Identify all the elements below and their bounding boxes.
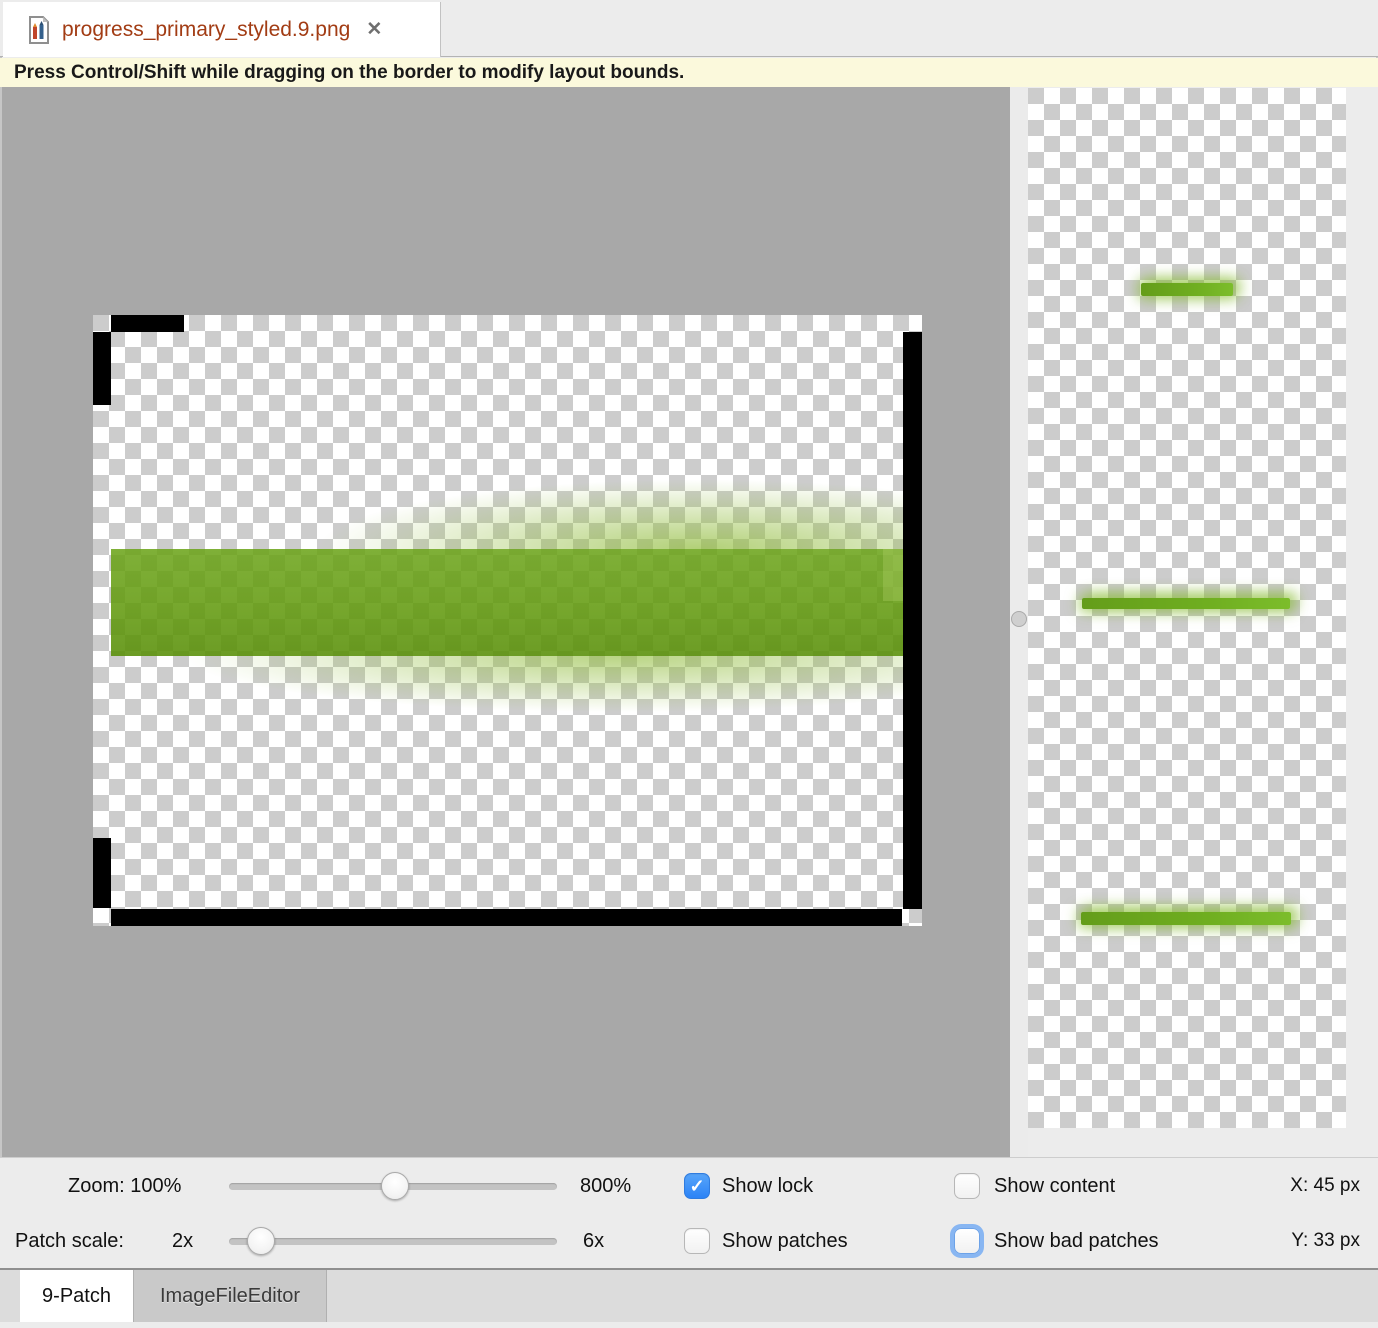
patch-scale-label: Patch scale:	[15, 1227, 124, 1255]
cursor-y-readout: Y: 33 px	[1260, 1227, 1360, 1255]
zoom-label: Zoom: 100%	[68, 1172, 181, 1200]
cursor-x-readout: X: 45 px	[1260, 1172, 1360, 1200]
tab-9patch-label: 9-Patch	[42, 1285, 111, 1308]
hint-banner: Press Control/Shift while dragging on th…	[0, 58, 1378, 87]
file-tab-title: progress_primary_styled.9.png	[62, 18, 350, 42]
close-icon[interactable]: ✕	[366, 18, 382, 41]
image-file-icon	[28, 16, 50, 44]
patch-scale-max-label: 6x	[583, 1227, 604, 1255]
show-patches-label: Show patches	[722, 1227, 848, 1255]
green-bar-highlight	[883, 549, 903, 601]
zoom-slider-knob[interactable]	[381, 1172, 409, 1200]
green-glow-below	[163, 656, 903, 722]
patch-marker-bottom[interactable]	[111, 909, 902, 926]
show-patches-checkbox[interactable]: ✓	[684, 1228, 710, 1254]
show-content-checkbox[interactable]: ✓	[954, 1173, 980, 1199]
patch-marker-left-top[interactable]	[93, 332, 111, 405]
show-bad-patches-label: Show bad patches	[994, 1227, 1159, 1255]
preview-bar-small	[1141, 283, 1233, 296]
green-progress-bar	[111, 549, 903, 656]
footer-tab-strip: 9-Patch ImageFileEditor	[0, 1270, 1378, 1322]
patch-marker-top[interactable]	[111, 315, 184, 332]
preview-checkerboard	[1028, 88, 1346, 1128]
ninepatch-image[interactable]	[93, 315, 922, 926]
file-tab[interactable]: progress_primary_styled.9.png ✕	[3, 2, 441, 57]
preview-bar-large	[1081, 912, 1291, 925]
show-lock-checkbox[interactable]: ✓	[684, 1173, 710, 1199]
patch-scale-min-label: 2x	[172, 1227, 193, 1255]
zoom-max-label: 800%	[580, 1172, 631, 1200]
footer-fill	[0, 1322, 1378, 1328]
preview-panel	[1028, 87, 1378, 1157]
patch-scale-slider-track[interactable]	[229, 1238, 557, 1245]
show-content-label: Show content	[994, 1172, 1115, 1200]
green-glow-above	[223, 465, 903, 549]
editor-canvas[interactable]	[2, 87, 1010, 1157]
hint-banner-text: Press Control/Shift while dragging on th…	[14, 62, 684, 84]
tab-imagefileeditor-label: ImageFileEditor	[160, 1285, 300, 1308]
ninepatch-editor-window: progress_primary_styled.9.png ✕ Press Co…	[0, 0, 1378, 1328]
patch-marker-right[interactable]	[903, 332, 922, 909]
show-lock-label: Show lock	[722, 1172, 813, 1200]
splitter-handle-icon[interactable]	[1011, 611, 1027, 627]
editor-tab-strip: progress_primary_styled.9.png ✕	[0, 0, 1378, 57]
zoom-value: 100%	[130, 1175, 181, 1197]
check-icon: ✓	[689, 1177, 704, 1195]
tab-9patch[interactable]: 9-Patch	[20, 1270, 133, 1322]
patch-scale-slider-knob[interactable]	[247, 1227, 275, 1255]
show-bad-patches-checkbox[interactable]: ✓	[954, 1228, 980, 1254]
patch-marker-left-bottom[interactable]	[93, 838, 111, 908]
control-panel: Zoom: 100% 800% ✓ Show lock ✓ Show conte…	[0, 1157, 1378, 1268]
preview-bar-medium	[1082, 598, 1290, 609]
tab-imagefileeditor[interactable]: ImageFileEditor	[133, 1270, 327, 1322]
